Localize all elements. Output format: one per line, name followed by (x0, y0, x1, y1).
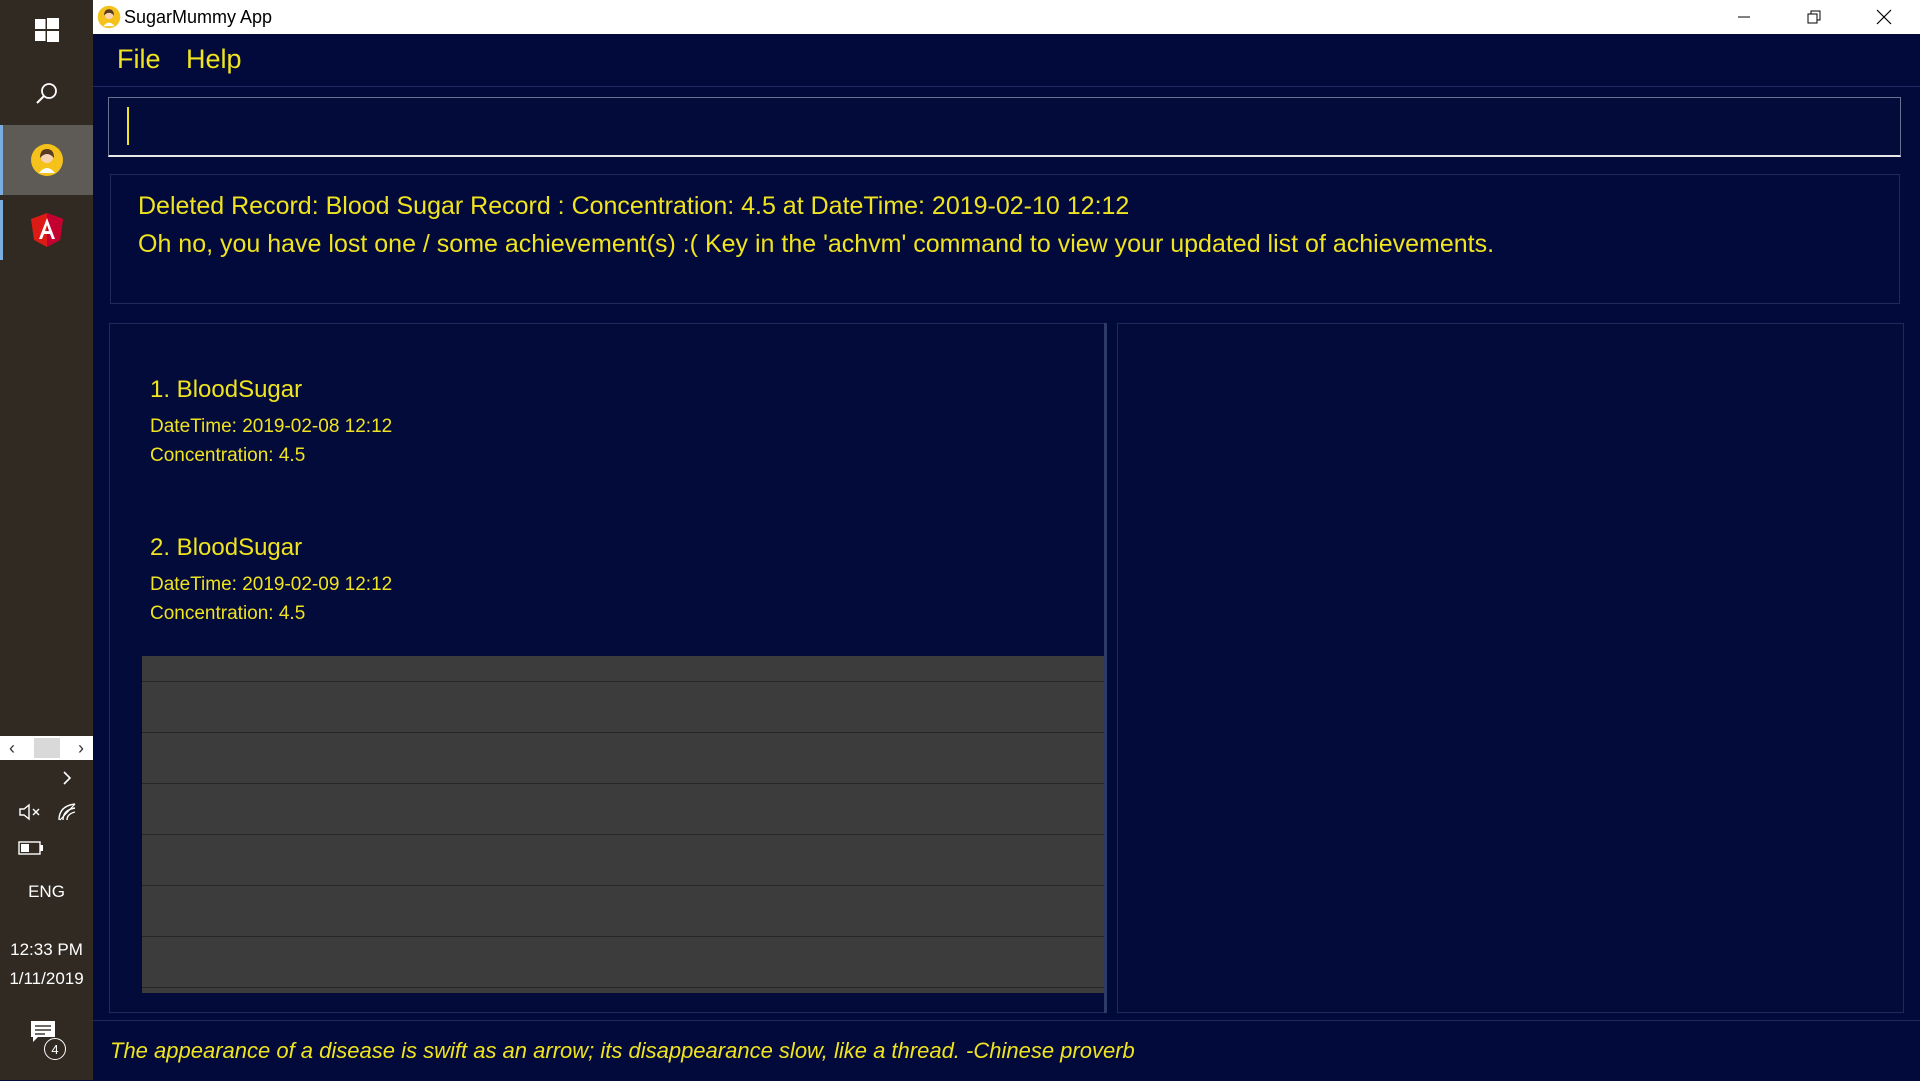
status-bar: The appearance of a disease is swift as … (93, 1020, 1920, 1081)
close-button[interactable] (1849, 0, 1919, 34)
detail-panel (1117, 323, 1904, 1013)
record-datetime: DateTime: 2019-02-08 12:12 (150, 416, 393, 437)
search-icon[interactable] (0, 60, 93, 125)
result-message-achievement: Oh no, you have lost one / some achievem… (138, 230, 1495, 258)
volume-muted-icon[interactable] (18, 802, 42, 827)
empty-row-divider (142, 834, 1105, 835)
chevron-left-icon[interactable]: ‹ (0, 736, 24, 760)
close-icon (1876, 9, 1892, 25)
empty-list-area (142, 656, 1105, 993)
clock-time[interactable]: 12:33 PM (0, 940, 93, 960)
taskbar-scrollbar[interactable]: ‹ › (0, 736, 93, 760)
scrollbar-thumb[interactable] (33, 738, 60, 758)
record-concentration: Concentration: 4.5 (150, 445, 306, 466)
record-title: 1. BloodSugar (150, 376, 303, 403)
restore-button[interactable] (1779, 0, 1849, 34)
minimize-icon (1738, 16, 1750, 18)
empty-row-divider (142, 987, 1105, 988)
command-box (108, 97, 1901, 157)
angular-app-icon[interactable] (0, 200, 93, 260)
clock-date[interactable]: 1/11/2019 (0, 969, 93, 989)
list-item[interactable]: 2. BloodSugar DateTime: 2019-02-09 12:12… (150, 534, 392, 632)
motivational-quote: The appearance of a disease is swift as … (110, 1038, 1135, 1063)
sugarmummy-app-icon[interactable] (0, 125, 93, 195)
sugarmummy-window: SugarMummy App File Help Deleted Record:… (93, 0, 1920, 1080)
minimize-button[interactable] (1709, 0, 1779, 34)
text-caret (127, 107, 129, 145)
input-language-indicator[interactable]: ENG (0, 882, 93, 902)
window-title: SugarMummy App (124, 7, 273, 27)
result-message-deleted: Deleted Record: Blood Sugar Record : Con… (138, 192, 1130, 220)
empty-row-divider (142, 732, 1105, 733)
record-title: 2. BloodSugar (150, 534, 303, 561)
windows-start-icon[interactable] (0, 0, 93, 60)
app-logo-icon (97, 5, 121, 29)
windows-taskbar: ‹ › ENG 12:33 PM 1/11/2019 4 (0, 0, 93, 1080)
empty-row-divider (142, 885, 1105, 886)
split-pane-divider[interactable] (1104, 323, 1107, 1013)
record-datetime: DateTime: 2019-02-09 12:12 (150, 574, 393, 595)
window-titlebar[interactable]: SugarMummy App (93, 0, 1920, 34)
network-icon[interactable] (57, 802, 79, 827)
command-input[interactable] (109, 98, 1900, 155)
empty-row-divider (142, 783, 1105, 784)
list-item[interactable]: 1. BloodSugar DateTime: 2019-02-08 12:12… (150, 376, 392, 474)
record-concentration: Concentration: 4.5 (150, 603, 306, 624)
action-center-icon[interactable]: 4 (30, 1020, 66, 1060)
show-hidden-icons-chevron-icon[interactable] (55, 766, 79, 790)
empty-row-divider (142, 936, 1105, 937)
restore-icon (1807, 10, 1821, 24)
menu-help[interactable]: Help (186, 44, 242, 75)
battery-icon[interactable] (18, 841, 44, 860)
notification-count-badge: 4 (44, 1038, 66, 1060)
chevron-right-icon[interactable]: › (69, 736, 93, 760)
menu-bar: File Help (93, 34, 1920, 87)
record-list-panel[interactable]: 1. BloodSugar DateTime: 2019-02-08 12:12… (109, 323, 1105, 1013)
menu-file[interactable]: File (117, 44, 161, 75)
empty-row-divider (142, 681, 1105, 682)
result-display: Deleted Record: Blood Sugar Record : Con… (110, 174, 1900, 304)
